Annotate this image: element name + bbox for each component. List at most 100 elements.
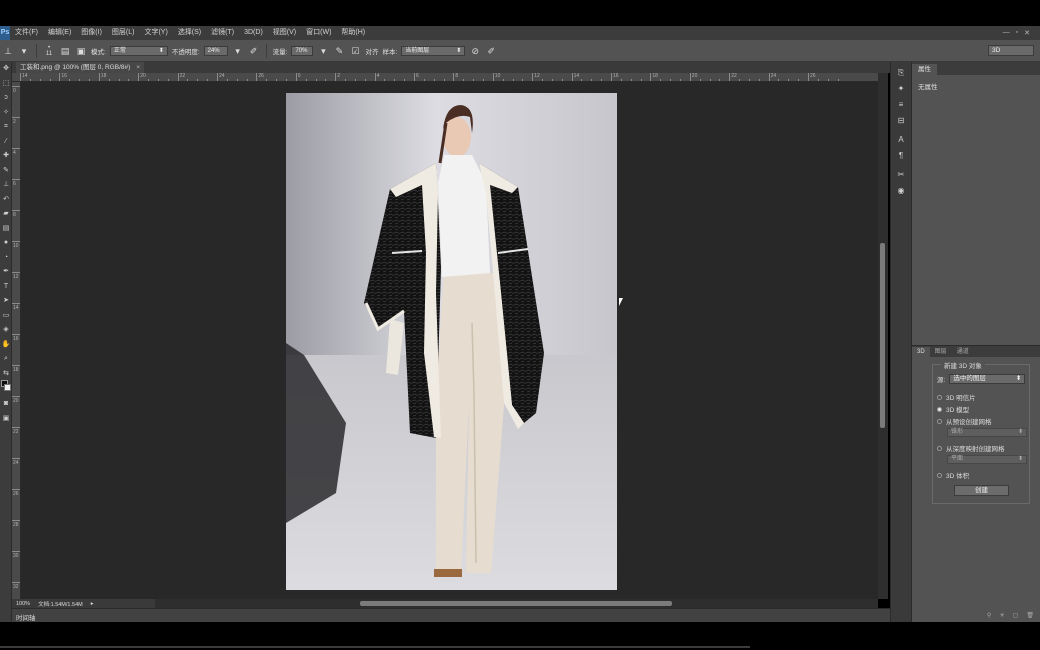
- preset-mesh-select[interactable]: 锥形 ⬍: [947, 428, 1027, 437]
- brush-tool-icon[interactable]: ✎: [0, 164, 12, 179]
- radio-3d-volume[interactable]: 3D 体积: [937, 470, 969, 480]
- paragraph-panel-icon[interactable]: ¶: [891, 148, 911, 164]
- new-3d-object-title: 新建 3D 对象: [941, 360, 985, 370]
- radio-button[interactable]: [937, 418, 942, 424]
- radio-3d-model[interactable]: 3D 模型: [937, 404, 969, 414]
- adjustments-icon[interactable]: ≡: [891, 97, 911, 113]
- light-icon[interactable]: ☀: [999, 612, 1004, 622]
- depth-map-select[interactable]: 平面 ⬍: [947, 455, 1027, 464]
- crop-tool-icon[interactable]: ⌗: [0, 120, 12, 135]
- quick-select-tool-icon[interactable]: ✧: [0, 106, 12, 121]
- tab-layers[interactable]: 图层: [930, 347, 952, 357]
- gradient-tool-icon[interactable]: ▤: [0, 222, 12, 237]
- minimize-button[interactable]: —: [1003, 29, 1010, 37]
- menu-filter[interactable]: 滤镜(T): [206, 26, 239, 40]
- radio-button[interactable]: [937, 472, 942, 478]
- vertical-scrollbar[interactable]: [878, 73, 888, 599]
- opacity-dropdown-icon[interactable]: ▾: [232, 45, 244, 57]
- ignore-adjustment-layers-icon[interactable]: ⊘: [469, 45, 481, 57]
- tab-channels[interactable]: 通道: [952, 347, 974, 357]
- character-panel-icon[interactable]: A: [891, 132, 911, 148]
- type-tool-icon[interactable]: T: [0, 280, 12, 295]
- tab-3d[interactable]: 3D: [912, 347, 930, 357]
- radio-mesh-from-preset[interactable]: 从预设创建网格: [937, 416, 992, 426]
- runway-photo[interactable]: [286, 93, 617, 590]
- move-tool-icon[interactable]: ✥: [0, 62, 12, 77]
- 3d-tool-icon[interactable]: ◈: [0, 323, 12, 338]
- timeline-tab[interactable]: 时间轴: [16, 612, 36, 622]
- brush-preset-picker[interactable]: • 11: [43, 45, 55, 57]
- source-select[interactable]: 选中的图层 ⬍: [949, 374, 1026, 384]
- zoom-level[interactable]: 100%: [16, 601, 30, 607]
- background-color-swatch[interactable]: [4, 384, 11, 391]
- marquee-tool-icon[interactable]: ⬚: [0, 77, 12, 92]
- horizontal-scroll-thumb[interactable]: [360, 601, 672, 606]
- eraser-tool-icon[interactable]: ▰: [0, 207, 12, 222]
- radio-3d-postcard[interactable]: 3D 明信片: [937, 392, 976, 402]
- clone-stamp-tool-icon[interactable]: ⊥: [2, 45, 14, 57]
- ruler-tick: [808, 73, 809, 81]
- menu-edit[interactable]: 编辑(E): [43, 26, 76, 40]
- menu-image[interactable]: 图像(I): [76, 26, 107, 40]
- status-menu-arrow-icon[interactable]: ▸: [91, 601, 94, 607]
- menu-help[interactable]: 帮助(H): [336, 26, 370, 40]
- radio-button[interactable]: [937, 445, 942, 451]
- ruler-tick-label: 10: [494, 73, 501, 79]
- menu-type[interactable]: 文字(Y): [139, 26, 172, 40]
- panel-icon-strip: ⎘ ✦ ≡ ⊟ A ¶ ✂ ◉: [890, 62, 912, 622]
- history-brush-tool-icon[interactable]: ↶: [0, 193, 12, 208]
- flow-input[interactable]: 70%: [291, 45, 314, 56]
- zoom-tool-icon[interactable]: ⌕: [0, 352, 12, 367]
- brush-panel-toggle-icon[interactable]: ▤: [59, 45, 71, 57]
- vertical-scroll-thumb[interactable]: [880, 243, 885, 428]
- path-select-tool-icon[interactable]: ➤: [0, 294, 12, 309]
- workspace-select[interactable]: 3D: [988, 45, 1034, 56]
- menu-3d[interactable]: 3D(D): [239, 26, 268, 40]
- screen-mode-icon[interactable]: ▣: [0, 412, 12, 427]
- radio-button[interactable]: [937, 394, 942, 400]
- opacity-input[interactable]: 24%: [203, 45, 228, 56]
- document-tab[interactable]: 工装和.png @ 100% (图层 0, RGB/8#) ×: [16, 62, 145, 73]
- lasso-tool-icon[interactable]: ↄ: [0, 91, 12, 106]
- clone-stamp-tool-icon[interactable]: ⊥: [0, 178, 12, 193]
- close-window-button[interactable]: ✕: [1024, 29, 1030, 37]
- radio-mesh-from-depth-map[interactable]: 从深度映射创建网格: [937, 443, 1005, 453]
- airbrush-icon[interactable]: ✎: [333, 45, 345, 57]
- delete-icon[interactable]: 🗑: [1026, 612, 1034, 622]
- tool-preset-chevron-icon[interactable]: ▾: [18, 45, 30, 57]
- radio-button[interactable]: [937, 406, 942, 412]
- menu-layer[interactable]: 图层(L): [107, 26, 140, 40]
- sample-select[interactable]: 当前图层 ⬍: [401, 45, 466, 56]
- blur-tool-icon[interactable]: ●: [0, 236, 12, 251]
- pressure-size-icon[interactable]: ✐: [485, 45, 497, 57]
- shape-tool-icon[interactable]: ▭: [0, 309, 12, 324]
- brush-presets-icon[interactable]: ✦: [891, 81, 911, 97]
- new-icon[interactable]: ▢: [1013, 612, 1019, 622]
- menu-file[interactable]: 文件(F): [10, 26, 43, 40]
- menu-select[interactable]: 选择(S): [173, 26, 206, 40]
- quick-mask-icon[interactable]: ◙: [0, 397, 12, 412]
- mode-select[interactable]: 正常 ⬍: [109, 45, 168, 56]
- hand-tool-icon[interactable]: ✋: [0, 338, 12, 353]
- pen-tool-icon[interactable]: ✒: [0, 265, 12, 280]
- tools-presets-icon[interactable]: ✂: [891, 167, 911, 183]
- flow-dropdown-icon[interactable]: ▾: [317, 45, 329, 57]
- menu-window[interactable]: 窗口(W): [301, 26, 336, 40]
- restore-button[interactable]: ▫: [1016, 29, 1018, 37]
- 3d-materials-icon[interactable]: ◉: [891, 183, 911, 199]
- healing-brush-tool-icon[interactable]: ✚: [0, 149, 12, 164]
- history-panel-icon[interactable]: ⎘: [891, 65, 911, 81]
- filter-icon[interactable]: ⚲: [987, 612, 991, 622]
- align-checkbox[interactable]: ☑: [349, 45, 361, 57]
- tab-properties[interactable]: 属性: [912, 64, 937, 75]
- horizontal-scrollbar[interactable]: [155, 599, 878, 608]
- layer-comps-icon[interactable]: ⊟: [891, 113, 911, 129]
- pressure-opacity-icon[interactable]: ✐: [248, 45, 260, 57]
- menu-view[interactable]: 视图(V): [268, 26, 301, 40]
- create-button[interactable]: 创建: [954, 485, 1009, 496]
- clone-source-panel-icon[interactable]: ▣: [75, 45, 87, 57]
- close-tab-icon[interactable]: ×: [136, 64, 140, 71]
- dodge-tool-icon[interactable]: ◔: [0, 251, 12, 266]
- swap-colors-icon[interactable]: ⇆: [0, 367, 12, 382]
- eyedropper-tool-icon[interactable]: ⁄: [0, 135, 12, 150]
